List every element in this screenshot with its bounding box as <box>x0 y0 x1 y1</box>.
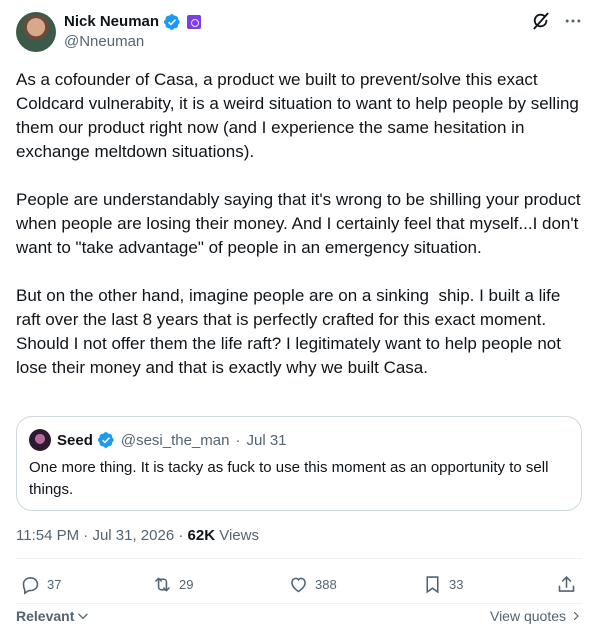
reply-count: 37 <box>47 577 62 592</box>
post-paragraph: As a cofounder of Casa, a product we bui… <box>16 70 584 161</box>
action-bar: 37 29 388 33 <box>16 574 582 598</box>
meta-separator: · <box>178 527 184 544</box>
repost-count: 29 <box>179 577 194 592</box>
grok-icon[interactable] <box>530 10 552 32</box>
post-time[interactable]: 11:54 PM <box>16 527 79 544</box>
view-quotes-label: View quotes <box>489 608 566 624</box>
author-avatar[interactable] <box>16 12 56 52</box>
repost-button[interactable]: 29 <box>152 574 193 595</box>
divider <box>16 558 582 559</box>
quoted-author-name[interactable]: Seed <box>57 432 93 449</box>
chevron-down-icon <box>78 613 89 620</box>
quoted-separator: · <box>235 431 241 449</box>
like-button[interactable]: 388 <box>288 574 337 595</box>
quoted-date[interactable]: Jul 31 <box>246 432 286 449</box>
author-name-row: Nick Neuman <box>64 12 202 32</box>
post-body: As a cofounder of Casa, a product we bui… <box>16 68 586 404</box>
views-count: 62K <box>187 527 216 544</box>
quoted-post-text: One more thing. It is tacky as fuck to u… <box>29 459 549 498</box>
chevron-right-icon <box>573 611 579 621</box>
like-count: 388 <box>315 577 337 592</box>
top-actions <box>530 10 584 32</box>
repost-icon <box>155 577 170 592</box>
author-display-name[interactable]: Nick Neuman <box>64 12 159 32</box>
heart-icon <box>291 577 306 593</box>
meta-separator: · <box>83 527 89 544</box>
bookmark-count: 33 <box>449 577 464 592</box>
author-handle[interactable]: @Nneuman <box>64 33 144 51</box>
share-button[interactable] <box>556 574 577 595</box>
view-quotes-link[interactable]: View quotes <box>490 608 582 624</box>
share-icon <box>558 576 575 592</box>
sort-label: Relevant <box>16 608 75 624</box>
more-icon[interactable] <box>562 10 584 32</box>
sort-dropdown[interactable]: Relevant <box>16 608 90 624</box>
post-metadata: 11:54 PM · Jul 31, 2026 · 62K Views <box>16 526 259 546</box>
quoted-post-header: Seed @sesi_the_man · Jul 31 <box>29 429 569 451</box>
bookmark-icon <box>426 576 439 594</box>
divider <box>16 603 582 604</box>
post-paragraph: But on the other hand, imagine people ar… <box>16 286 566 377</box>
quoted-author-avatar[interactable] <box>29 429 51 451</box>
quoted-post[interactable]: Seed @sesi_the_man · Jul 31 One more thi… <box>16 416 582 511</box>
quoted-verified-badge-icon <box>97 432 114 448</box>
post-paragraph: People are understandably saying that it… <box>16 190 586 257</box>
bookmark-button[interactable]: 33 <box>422 574 463 595</box>
post-date[interactable]: Jul 31, 2026 <box>92 527 174 544</box>
reply-button[interactable]: 37 <box>20 574 61 595</box>
views-label: Views <box>219 527 259 544</box>
replies-footer: Relevant View quotes <box>16 608 582 630</box>
reply-icon <box>22 577 39 595</box>
quoted-author-handle[interactable]: @sesi_the_man <box>121 432 230 449</box>
affiliate-badge-icon[interactable] <box>187 15 202 29</box>
verified-badge-icon[interactable] <box>163 13 181 31</box>
